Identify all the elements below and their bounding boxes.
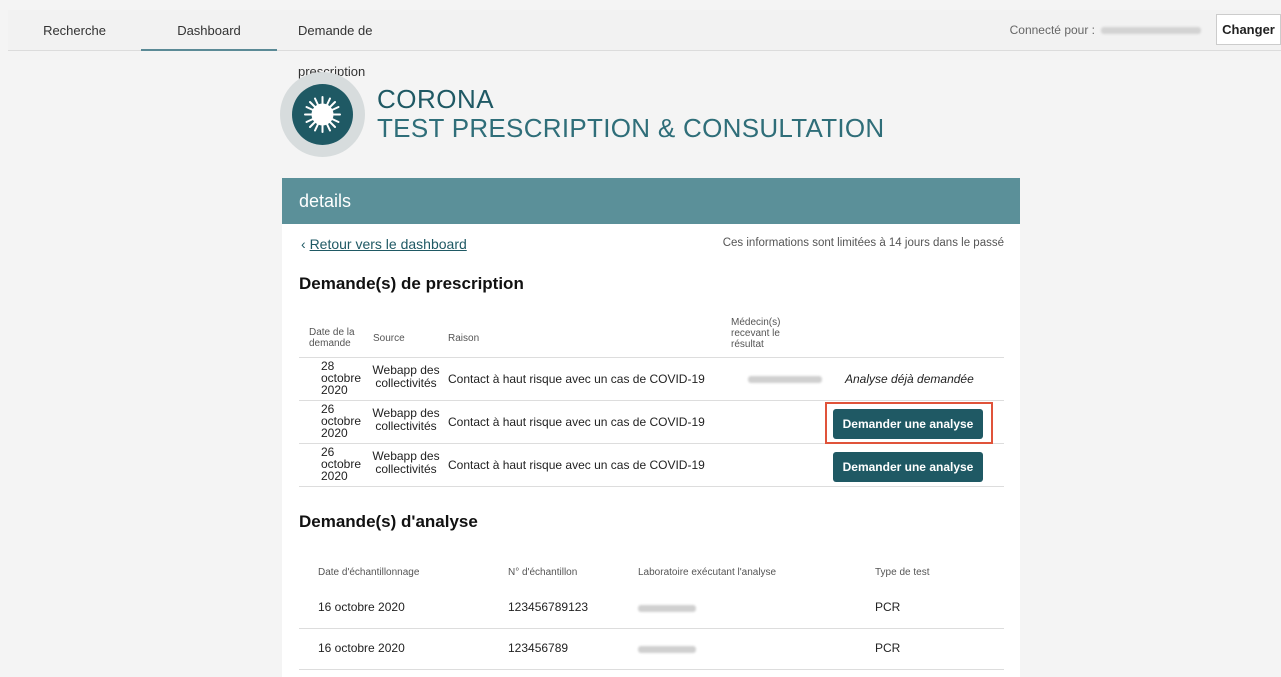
row-status: Analyse déjà demandée xyxy=(845,372,974,386)
col-raison: Raison xyxy=(448,333,480,344)
back-to-dashboard-link[interactable]: ‹ Retour vers le dashboard xyxy=(301,236,467,252)
row-date: 26 octobre 2020 xyxy=(321,403,371,439)
table-header: Date d'échantillonnage N° d'échantillon … xyxy=(299,560,1004,588)
demander-analyse-button[interactable]: Demander une analyse xyxy=(833,452,983,482)
table-row: 16 octobre 2020 123456789 PCR xyxy=(299,629,1004,670)
table-header: Date de la demande Source Raison Médecin… xyxy=(299,312,1004,358)
top-nav: Recherche Dashboard Demande de prescript… xyxy=(8,10,1281,79)
table-row: 26 octobre 2020 Webapp des collectivités… xyxy=(299,444,1004,487)
connected-user-redacted xyxy=(1101,27,1201,35)
row-date: 28 octobre 2020 xyxy=(321,360,371,396)
demander-analyse-button[interactable]: Demander une analyse xyxy=(833,409,983,439)
col-source: Source xyxy=(373,333,405,344)
tab-dashboard[interactable]: Dashboard xyxy=(141,10,277,51)
connected-for: Connecté pour : xyxy=(1010,10,1201,51)
date-year: 2020 xyxy=(321,383,348,397)
date-year: 2020 xyxy=(321,469,348,483)
table-row: 16 octobre 2020 123456789123 PCR xyxy=(299,588,1004,629)
analyses-title: Demande(s) d'analyse xyxy=(299,512,478,531)
col-medecin-l1: Médecin(s) xyxy=(731,317,781,328)
analyses-table: Date d'échantillonnage N° d'échantillon … xyxy=(299,560,1004,670)
col-date-echantillonnage: Date d'échantillonnage xyxy=(318,567,420,578)
connected-label: Connecté pour : xyxy=(1009,23,1095,37)
prescriptions-title: Demande(s) de prescription xyxy=(299,274,524,293)
col-type-test: Type de test xyxy=(875,567,930,578)
virus-icon xyxy=(304,96,341,133)
row-medecin-redacted xyxy=(748,376,822,383)
table-row: 26 octobre 2020 Webapp des collectivités… xyxy=(299,401,1004,444)
page-subtitle: TEST PRESCRIPTION & CONSULTATION xyxy=(377,113,885,143)
prescriptions-table: Date de la demande Source Raison Médecin… xyxy=(299,312,1004,487)
page-title: CORONA xyxy=(377,84,495,114)
chevron-left-icon: ‹ xyxy=(301,236,306,252)
col-date-l1: Date de la xyxy=(309,327,355,338)
logo-inner xyxy=(292,84,353,145)
row-date: 16 octobre 2020 xyxy=(318,641,405,655)
logo xyxy=(280,72,365,157)
row-numero: 123456789123 xyxy=(508,600,589,614)
source-l2: collectivités xyxy=(375,462,437,476)
row-date: 16 octobre 2020 xyxy=(318,600,405,614)
row-type: PCR xyxy=(875,641,901,655)
col-date-l2: demande xyxy=(309,338,351,349)
source-l2: collectivités xyxy=(375,419,437,433)
back-link-label: Retour vers le dashboard xyxy=(309,236,467,252)
row-type: PCR xyxy=(875,600,901,614)
col-medecin-l3: résultat xyxy=(731,339,764,350)
col-medecin-l2: recevant le xyxy=(731,328,780,339)
change-user-button[interactable]: Changer xyxy=(1216,14,1281,45)
card-header: details xyxy=(282,178,1020,224)
info-note: Ces informations sont limitées à 14 jour… xyxy=(722,237,1004,249)
col-numero-echantillon: N° d'échantillon xyxy=(508,567,578,578)
row-labo-redacted xyxy=(638,646,696,653)
row-source: Webapp des collectivités xyxy=(371,450,441,476)
table-row: 28 octobre 2020 Webapp des collectivités… xyxy=(299,358,1004,401)
tab-recherche[interactable]: Recherche xyxy=(8,10,141,51)
row-raison: Contact à haut risque avec un cas de COV… xyxy=(448,415,705,429)
row-labo-redacted xyxy=(638,605,696,612)
row-numero: 123456789 xyxy=(508,641,569,655)
date-year: 2020 xyxy=(321,426,348,440)
details-card: details ‹ Retour vers le dashboard Ces i… xyxy=(282,178,1020,677)
row-source: Webapp des collectivités xyxy=(371,364,441,390)
tab-demande-prescription[interactable]: Demande de prescription xyxy=(283,10,443,79)
row-raison: Contact à haut risque avec un cas de COV… xyxy=(448,458,705,472)
source-l2: collectivités xyxy=(375,376,437,390)
row-source: Webapp des collectivités xyxy=(371,407,441,433)
row-raison: Contact à haut risque avec un cas de COV… xyxy=(448,372,705,386)
col-laboratoire: Laboratoire exécutant l'analyse xyxy=(638,567,777,578)
row-date: 26 octobre 2020 xyxy=(321,446,371,482)
